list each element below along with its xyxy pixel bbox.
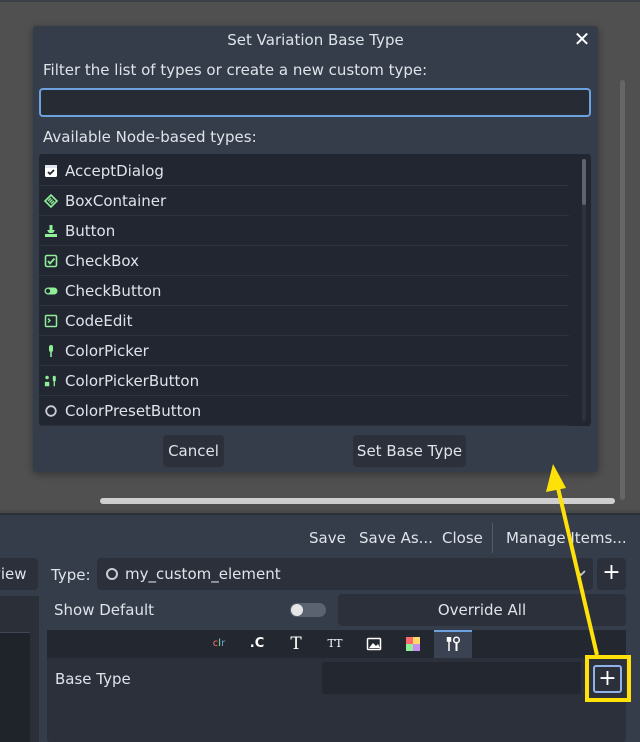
filter-label: Filter the list of types or create a new… [43, 61, 428, 79]
override-all-button[interactable]: Override All [338, 594, 626, 626]
type-label: Button [65, 221, 116, 240]
highlight-box [585, 655, 631, 702]
type-label: ColorPicker [65, 341, 149, 360]
colors-icon[interactable]: clr [210, 633, 228, 655]
toggle-knob [291, 604, 303, 616]
type-label: AcceptDialog [65, 161, 164, 180]
preview-panel-inner [0, 632, 30, 742]
list-item-codeedit[interactable]: CodeEdit [39, 306, 569, 336]
close-icon[interactable]: ✕ [571, 28, 593, 50]
check-button-icon [44, 284, 58, 298]
image-icon[interactable] [365, 633, 383, 655]
type-label: CheckBox [65, 251, 140, 270]
filter-input[interactable] [39, 88, 591, 117]
accept-dialog-icon [44, 164, 58, 178]
type-label: CodeEdit [65, 311, 133, 330]
code-edit-icon [44, 314, 58, 328]
save-as-button[interactable]: Save As... [359, 529, 433, 547]
type-label: ColorPickerButton [65, 371, 200, 390]
box-container-icon [44, 193, 58, 208]
list-scrollbar-thumb[interactable] [582, 159, 586, 205]
color-preset-button-icon [44, 404, 58, 418]
add-type-button[interactable]: + [597, 558, 626, 590]
set-variation-base-type-dialog: Set Variation Base Type ✕ Filter the lis… [33, 26, 598, 472]
type-label: Type: [51, 566, 91, 584]
list-item-button[interactable]: Button [39, 216, 569, 246]
preview-button-label: view [0, 565, 27, 583]
type-selector-value: my_custom_element [125, 565, 281, 583]
available-types-label: Available Node-based types: [43, 128, 257, 146]
base-type-label: Base Type [55, 670, 131, 688]
chevron-down-icon [575, 566, 587, 583]
constants-icon[interactable]: .C [248, 633, 266, 655]
panel-divider [0, 513, 640, 515]
type-label: ColorPresetButton [65, 401, 202, 420]
list-item-colorpresetbutton[interactable]: ColorPresetButton [39, 396, 569, 426]
save-button[interactable]: Save [309, 529, 346, 547]
dialog-title: Set Variation Base Type [227, 31, 404, 49]
custom-type-icon [106, 568, 118, 580]
type-selector[interactable]: my_custom_element [97, 558, 593, 590]
color-picker-button-icon [44, 374, 58, 388]
font-icon[interactable]: T [287, 633, 305, 655]
toolbar-separator [492, 523, 493, 553]
list-item-checkbox[interactable]: CheckBox [39, 246, 569, 276]
viewport-horizontal-scrollbar[interactable] [100, 498, 615, 504]
checkbox-icon [44, 254, 58, 268]
list-item-checkbutton[interactable]: CheckButton [39, 276, 569, 306]
show-default-label: Show Default [54, 601, 155, 619]
base-type-field[interactable] [322, 662, 581, 694]
type-list[interactable]: AcceptDialog BoxContainer Button CheckBo… [39, 154, 591, 426]
list-item-colorpickerbutton[interactable]: ColorPickerButton [39, 366, 569, 396]
stylebox-icon[interactable] [404, 633, 422, 655]
type-label: BoxContainer [65, 191, 167, 210]
list-item-acceptdialog[interactable]: AcceptDialog [39, 156, 569, 186]
color-picker-icon [44, 344, 58, 358]
manage-items-button[interactable]: Manage Items... [506, 529, 627, 547]
type-label: CheckButton [65, 281, 162, 300]
viewport-vertical-scrollbar[interactable] [620, 80, 625, 500]
preview-button[interactable]: view [0, 558, 38, 590]
set-base-type-button[interactable]: Set Base Type [353, 435, 466, 467]
top-border [0, 0, 640, 2]
tools-icon[interactable] [444, 633, 462, 655]
button-icon [44, 224, 58, 238]
cancel-button[interactable]: Cancel [163, 435, 224, 467]
list-item-boxcontainer[interactable]: BoxContainer [39, 186, 569, 216]
close-button[interactable]: Close [442, 529, 483, 547]
font-size-icon[interactable]: TT [326, 633, 344, 655]
list-item-colorpicker[interactable]: ColorPicker [39, 336, 569, 366]
